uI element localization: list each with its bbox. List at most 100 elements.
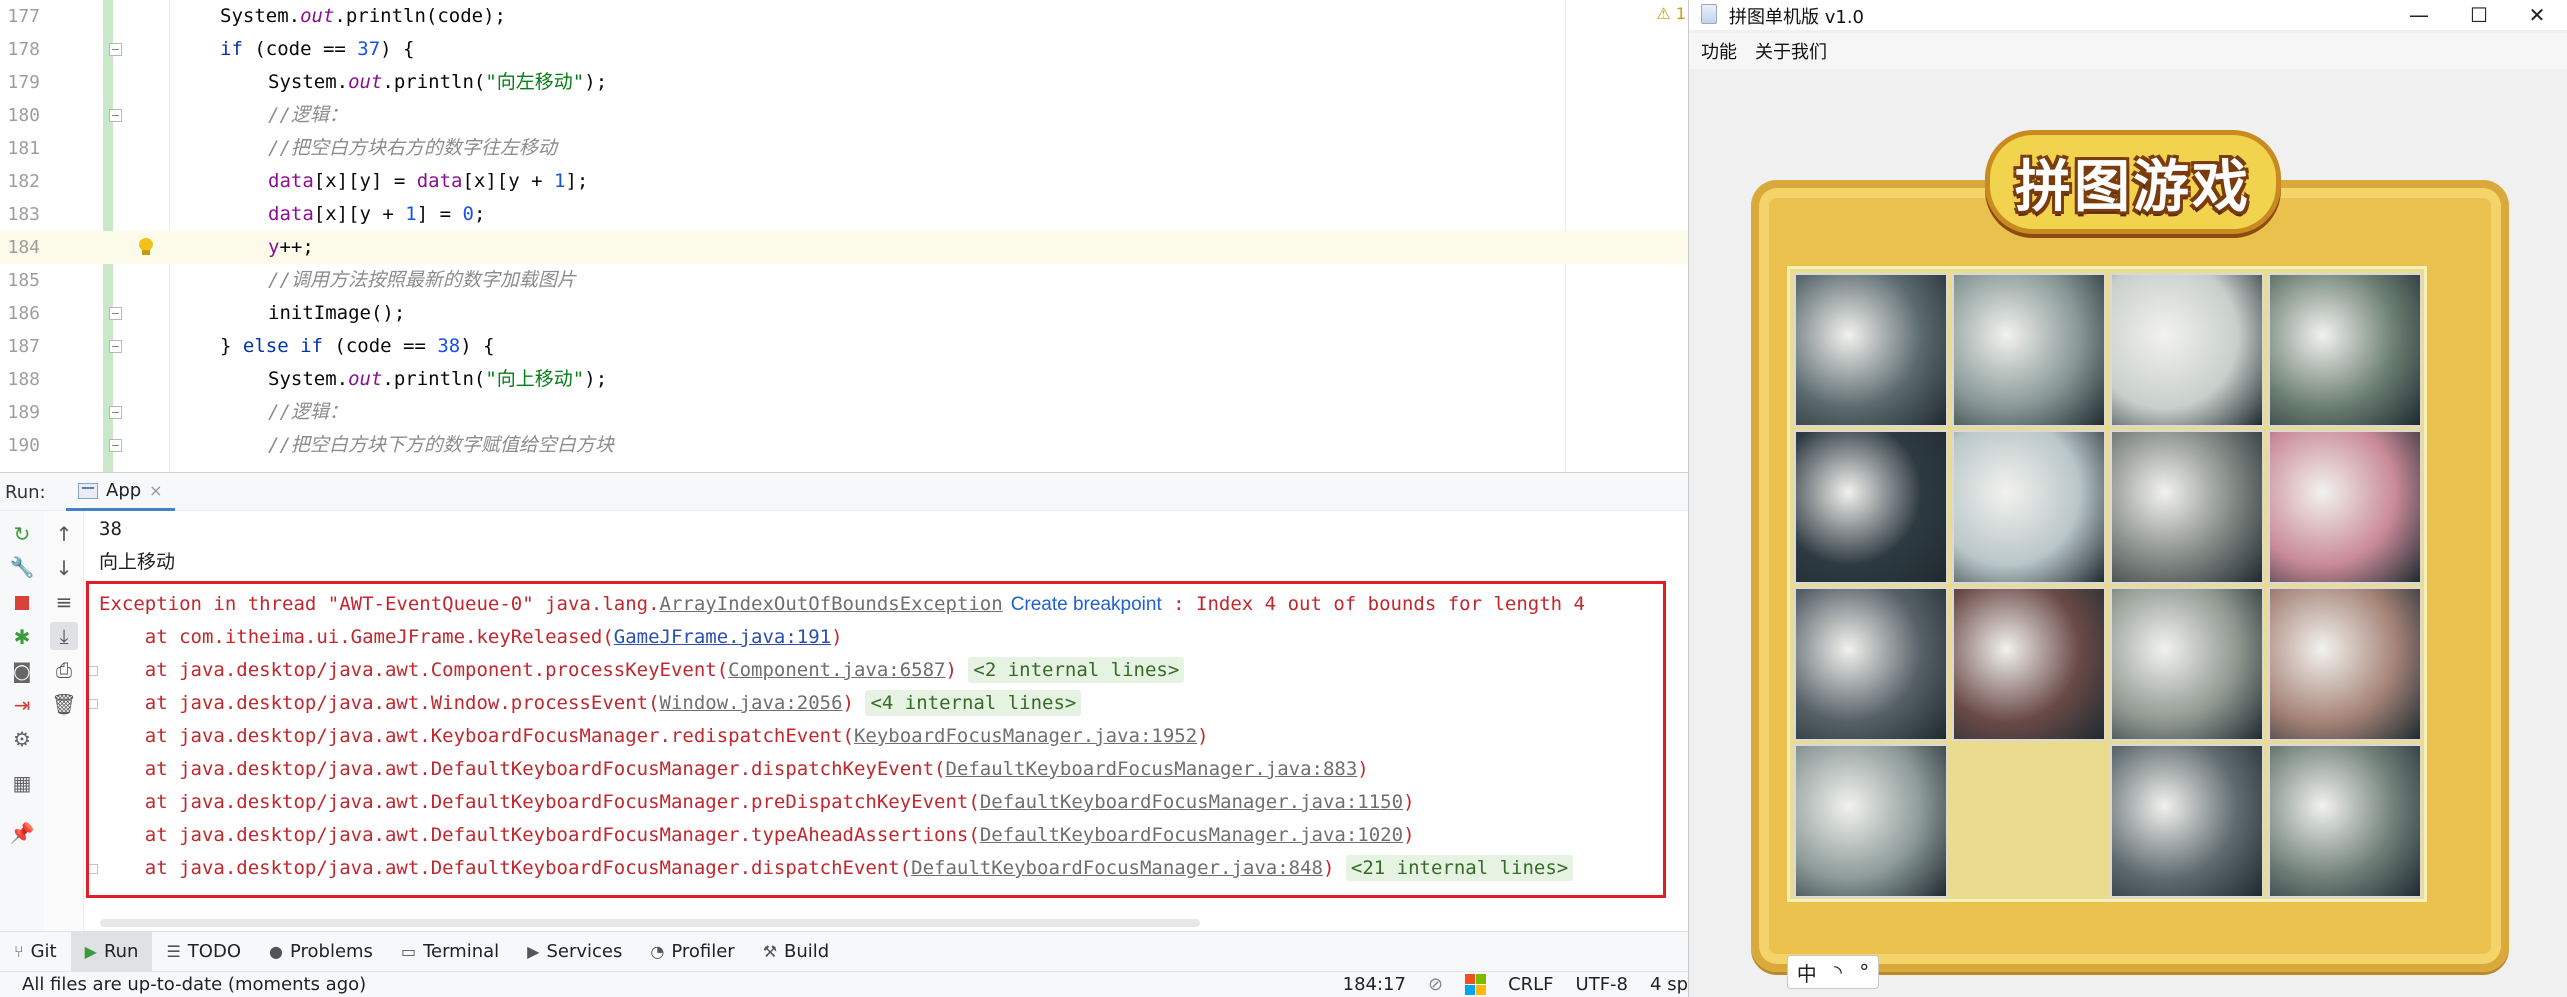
readonly-icon[interactable]: ⊘ xyxy=(1428,974,1443,995)
code-line[interactable]: 188 System.out.println("向上移动"); xyxy=(0,363,1688,396)
code-text[interactable]: //逻辑： xyxy=(268,396,348,429)
wrench-icon[interactable]: 🔧 xyxy=(8,553,36,581)
tool-tab-profiler[interactable]: ◔ Profiler xyxy=(636,932,748,972)
run-tab-app[interactable]: App × xyxy=(66,473,175,511)
puzzle-tile[interactable] xyxy=(1794,430,1948,584)
puzzle-tile[interactable] xyxy=(1952,273,2106,427)
puzzle-tile[interactable] xyxy=(2110,273,2264,427)
code-line[interactable]: 180 //逻辑： xyxy=(0,99,1688,132)
code-line[interactable]: 178 if (code == 37) { xyxy=(0,33,1688,66)
close-icon[interactable]: × xyxy=(149,481,162,500)
debug-icon[interactable]: ✱ xyxy=(8,623,36,651)
code-text[interactable]: } else if (code == 38) { xyxy=(220,330,495,363)
puzzle-tile[interactable] xyxy=(2268,587,2422,741)
scroll-to-end-icon[interactable]: ⤓ xyxy=(50,622,78,650)
code-line[interactable]: 179 System.out.println("向左移动"); xyxy=(0,66,1688,99)
ime-dot-icon[interactable]: ° xyxy=(1859,960,1869,984)
line-number[interactable]: 179 xyxy=(0,66,40,99)
line-number[interactable]: 180 xyxy=(0,99,40,132)
stop-icon[interactable] xyxy=(8,589,36,617)
tool-tab-todo[interactable]: ☰ TODO xyxy=(152,932,255,972)
minimize-button[interactable]: — xyxy=(2389,0,2449,30)
rerun-icon[interactable]: ↻ xyxy=(8,520,36,548)
line-number[interactable]: 186 xyxy=(0,297,40,330)
print-icon[interactable]: ⎙ xyxy=(50,656,78,684)
menu-about-us[interactable]: 关于我们 xyxy=(1755,38,1827,64)
fold-toggle-icon[interactable] xyxy=(109,439,122,452)
arrow-up-icon[interactable]: ↑ xyxy=(50,520,78,548)
line-number[interactable]: 181 xyxy=(0,132,40,165)
ime-moon-icon[interactable]: ◝ xyxy=(1834,960,1842,984)
puzzle-tile[interactable] xyxy=(1794,273,1948,427)
puzzle-tile[interactable] xyxy=(2110,744,2264,898)
line-number[interactable]: 183 xyxy=(0,198,40,231)
lightbulb-icon[interactable] xyxy=(138,238,154,256)
code-line[interactable]: 190 //把空白方块下方的数字赋值给空白方块 xyxy=(0,429,1688,462)
close-button[interactable]: ✕ xyxy=(2507,0,2567,30)
maximize-button[interactable]: ☐ xyxy=(2449,0,2509,30)
code-line[interactable]: 186 initImage(); xyxy=(0,297,1688,330)
line-number[interactable]: 190 xyxy=(0,429,40,462)
code-text[interactable]: initImage(); xyxy=(268,297,405,330)
tool-tab-run[interactable]: ▶ Run xyxy=(70,931,153,972)
fold-toggle-icon[interactable] xyxy=(109,307,122,320)
tool-tab-terminal[interactable]: ▭ Terminal xyxy=(387,932,513,972)
puzzle-tile[interactable] xyxy=(1794,744,1948,898)
code-line[interactable]: 182 data[x][y] = data[x][y + 1]; xyxy=(0,165,1688,198)
ime-chinese[interactable]: 中 xyxy=(1797,958,1817,987)
code-line[interactable]: 185 //调用方法按照最新的数字加载图片 xyxy=(0,264,1688,297)
ime-indicator[interactable]: 中 ◝ ° xyxy=(1787,955,1879,989)
layout-icon[interactable]: ▦ xyxy=(8,769,36,797)
code-text[interactable]: //把空白方块右方的数字往左移动 xyxy=(268,132,557,165)
code-text[interactable]: if (code == 37) { xyxy=(220,33,415,66)
code-line[interactable]: 187} else if (code == 38) { xyxy=(0,330,1688,363)
line-number[interactable]: 188 xyxy=(0,363,40,396)
puzzle-tile[interactable] xyxy=(2268,273,2422,427)
soft-wrap-icon[interactable]: ≡ xyxy=(50,588,78,616)
puzzle-tile[interactable] xyxy=(1794,587,1948,741)
fold-toggle-icon[interactable] xyxy=(109,109,122,122)
line-number[interactable]: 177 xyxy=(0,0,40,33)
trash-icon[interactable]: 🗑 xyxy=(50,690,78,718)
code-text[interactable]: System.out.println(code); xyxy=(220,0,506,33)
exit-icon[interactable]: ⇥ xyxy=(8,691,36,719)
puzzle-tile[interactable] xyxy=(1952,430,2106,584)
code-line[interactable]: 183 data[x][y + 1] = 0; xyxy=(0,198,1688,231)
code-text[interactable]: data[x][y] = data[x][y + 1]; xyxy=(268,165,588,198)
code-text[interactable]: System.out.println("向左移动"); xyxy=(268,66,607,99)
tool-tab-git[interactable]: ⑂ Git xyxy=(0,932,71,972)
arrow-down-icon[interactable]: ↓ xyxy=(50,554,78,582)
line-separator[interactable]: CRLF xyxy=(1508,974,1553,995)
code-line[interactable]: 177 System.out.println(code); xyxy=(0,0,1688,33)
puzzle-tile[interactable] xyxy=(2110,587,2264,741)
puzzle-tile[interactable] xyxy=(2268,430,2422,584)
code-line[interactable]: 189 //逻辑： xyxy=(0,396,1688,429)
code-line[interactable]: 181 //把空白方块右方的数字往左移动 xyxy=(0,132,1688,165)
line-number[interactable]: 189 xyxy=(0,396,40,429)
puzzle-tile[interactable] xyxy=(2110,430,2264,584)
camera-icon[interactable]: ◙ xyxy=(8,657,36,685)
fold-toggle-icon[interactable] xyxy=(109,406,122,419)
caret-position[interactable]: 184:17 xyxy=(1343,974,1406,995)
file-encoding[interactable]: UTF-8 xyxy=(1576,974,1628,995)
fold-toggle-icon[interactable] xyxy=(109,43,122,56)
warning-badge[interactable]: ⚠ 1 xyxy=(1656,4,1686,23)
code-text[interactable]: System.out.println("向上移动"); xyxy=(268,363,607,396)
fold-toggle-icon[interactable] xyxy=(109,340,122,353)
code-text[interactable]: //调用方法按照最新的数字加载图片 xyxy=(268,264,576,297)
code-text[interactable]: data[x][y + 1] = 0; xyxy=(268,198,485,231)
code-editor[interactable]: 177 System.out.println(code); 178 if (code … xyxy=(0,0,1688,473)
indent-setting[interactable]: 4 sp xyxy=(1650,974,1688,995)
puzzle-tile[interactable] xyxy=(2268,744,2422,898)
horizontal-scrollbar[interactable] xyxy=(100,919,1200,927)
puzzle-empty-slot[interactable] xyxy=(1952,744,2106,898)
code-line[interactable]: 184 y++; xyxy=(0,231,1688,264)
line-number[interactable]: 185 xyxy=(0,264,40,297)
puzzle-tile[interactable] xyxy=(1952,587,2106,741)
run-console[interactable]: ↻ 🔧 ✱ ◙ ⇥ ⚙ ▦ 📌 ↑ ↓ ≡ ⤓ ⎙ 🗑 38 向上移动 Except… xyxy=(0,511,1688,931)
line-number[interactable]: 182 xyxy=(0,165,40,198)
line-number[interactable]: 184 xyxy=(0,231,40,264)
settings-icon[interactable]: ⚙ xyxy=(8,725,36,753)
tool-tab-services[interactable]: ▶ Services xyxy=(513,932,636,972)
code-text[interactable]: y++; xyxy=(268,231,314,264)
